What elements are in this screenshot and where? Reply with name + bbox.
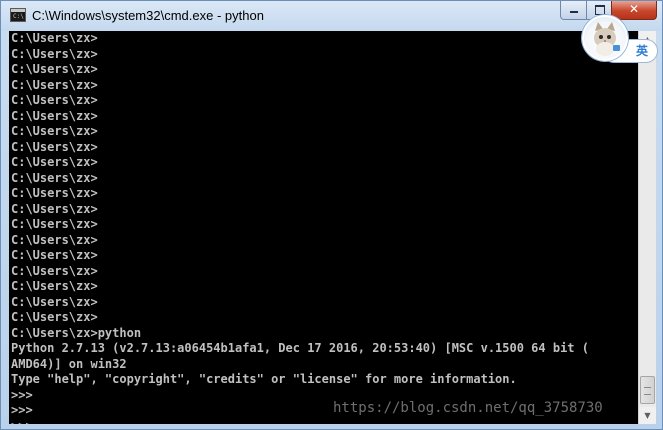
console-line: C:\Users\zx>	[11, 263, 98, 278]
app-icon-text: C:\	[13, 13, 24, 20]
console-line: C:\Users\zx>	[11, 46, 98, 61]
console-line: C:\Users\zx>	[11, 139, 98, 154]
title-bar[interactable]: C:\ C:\Windows\system32\cmd.exe - python…	[1, 1, 662, 31]
ime-indicator[interactable]: 英	[582, 15, 662, 65]
cat-icon	[594, 22, 620, 56]
console-line: C:\Users\zx>	[11, 31, 98, 45]
console-line: C:\Users\zx>	[11, 108, 98, 123]
console-line: C:\Users\zx>	[11, 201, 98, 216]
console-line: C:\Users\zx>	[11, 248, 98, 262]
console-line: C:\Users\zx>	[11, 170, 98, 185]
vertical-scrollbar[interactable]: ▲ ▼	[638, 31, 656, 424]
console-line: C:\Users\zx>	[11, 294, 98, 309]
console-output[interactable]: C:\Users\zx> C:\Users\zx> C:\Users\zx> C:\U…	[9, 31, 638, 424]
console-line: C:\Users\zx>	[11, 232, 98, 247]
cat-avatar-icon[interactable]	[582, 15, 628, 61]
cmd-app-icon[interactable]: C:\	[10, 8, 26, 22]
console-line: Python 2.7.13 (v2.7.13:a06454b1afa1, Dec…	[11, 341, 589, 355]
console-line: C:\Users\zx>	[11, 186, 98, 200]
console-line: C:\Users\zx>	[11, 279, 98, 293]
console-line: C:\Users\zx>	[11, 62, 98, 76]
close-icon: ✕	[628, 2, 640, 16]
console-line: C:\Users\zx>	[11, 155, 98, 169]
scroll-thumb[interactable]	[640, 376, 655, 404]
ime-language-label[interactable]: 英	[634, 43, 650, 59]
console-line: C:\Users\zx>	[11, 217, 98, 231]
window-title: C:\Windows\system32\cmd.exe - python	[32, 8, 264, 23]
scroll-down-icon[interactable]: ▼	[639, 407, 656, 424]
console-line: >>>	[9, 419, 638, 425]
console-line: C:\Users\zx>	[11, 124, 98, 138]
console-line: C:\Users\zx>python	[11, 325, 142, 340]
console-line: Type "help", "copyright", "credits" or "…	[11, 372, 517, 386]
watermark: https://blog.csdn.net/qq_3758730	[333, 400, 603, 416]
console-line: AMD64)] on win32	[11, 356, 127, 371]
cmd-window: C:\ C:\Windows\system32\cmd.exe - python…	[0, 0, 663, 430]
console-line: C:\Users\zx>	[11, 310, 98, 324]
console-line: C:\Users\zx>	[11, 77, 98, 92]
console-line: C:\Users\zx>	[11, 93, 98, 107]
